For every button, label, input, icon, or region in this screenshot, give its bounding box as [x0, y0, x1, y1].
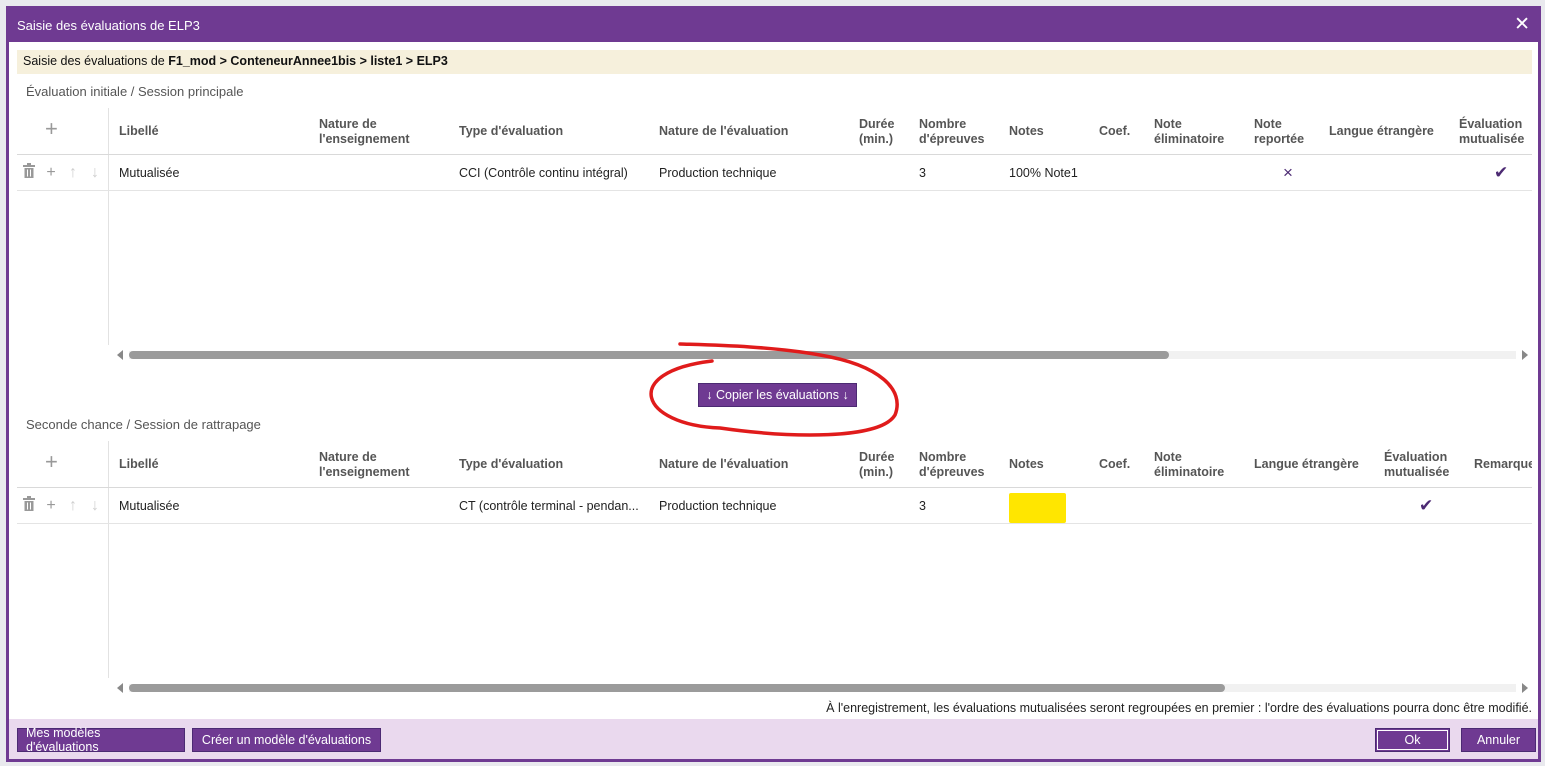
col-type-evaluation[interactable]: Type d'évaluation	[459, 108, 563, 155]
col-nature-enseignement[interactable]: Nature de l'enseignement	[319, 108, 410, 155]
cell-nombre-epreuves[interactable]: 3	[919, 155, 926, 191]
table-row[interactable]: + ↑ ↓ Mutualisée CT (contrôle terminal -…	[17, 488, 1532, 524]
cancel-button[interactable]: Annuler	[1461, 728, 1536, 752]
footer-bar: Mes modèles d'évaluations Créer un modèl…	[9, 719, 1538, 759]
session2-header: + Libellé Nature de l'enseignement Type …	[17, 441, 1532, 488]
add-row-icon[interactable]: +	[45, 449, 58, 475]
col-nature-evaluation[interactable]: Nature de l'évaluation	[659, 108, 788, 155]
my-models-button[interactable]: Mes modèles d'évaluations	[17, 726, 185, 754]
trash-icon[interactable]	[20, 496, 38, 516]
cell-type-evaluation[interactable]: CT (contrôle terminal - pendan...	[459, 488, 639, 524]
breadcrumb: Saisie des évaluations de F1_mod > Conte…	[17, 50, 1532, 74]
dialog-titlebar: Saisie des évaluations de ELP3 ✕	[9, 9, 1538, 42]
cell-nombre-epreuves[interactable]: 3	[919, 488, 926, 524]
cross-icon[interactable]: ×	[1283, 155, 1293, 191]
scroll-left-icon[interactable]	[117, 683, 123, 693]
session1-header: + Libellé Nature de l'enseignement Type …	[17, 108, 1532, 155]
scrollbar-thumb[interactable]	[129, 684, 1225, 692]
yellow-highlight-annotation	[1009, 493, 1066, 523]
footer-note: À l'enregistrement, les évaluations mutu…	[826, 701, 1532, 715]
close-icon[interactable]: ✕	[1514, 15, 1530, 34]
col-evaluation-mutualisee[interactable]: Évaluation mutualisée	[1384, 441, 1449, 488]
col-nombre-epreuves[interactable]: Nombre d'épreuves	[919, 441, 985, 488]
col-notes[interactable]: Notes	[1009, 108, 1044, 155]
col-evaluation-mutualisee[interactable]: Évaluation mutualisée	[1459, 108, 1524, 155]
dialog-title: Saisie des évaluations de ELP3	[17, 18, 200, 33]
col-coef[interactable]: Coef.	[1099, 108, 1130, 155]
arrow-up-icon[interactable]: ↑	[64, 164, 82, 182]
scrollbar-thumb[interactable]	[129, 351, 1169, 359]
col-duree[interactable]: Durée (min.)	[859, 441, 894, 488]
col-langue-etrangere[interactable]: Langue étrangère	[1329, 108, 1434, 155]
col-nature-evaluation[interactable]: Nature de l'évaluation	[659, 441, 788, 488]
session2-hscrollbar[interactable]	[113, 682, 1532, 694]
scroll-left-icon[interactable]	[117, 350, 123, 360]
col-remarque[interactable]: Remarque	[1474, 441, 1532, 488]
col-note-eliminatoire[interactable]: Note éliminatoire	[1154, 108, 1224, 155]
col-duree[interactable]: Durée (min.)	[859, 108, 894, 155]
ok-button[interactable]: Ok	[1375, 728, 1450, 752]
cell-notes[interactable]: 100% Note1	[1009, 155, 1078, 191]
check-icon[interactable]: ✔	[1419, 488, 1433, 524]
session1-title: Évaluation initiale / Session principale	[26, 84, 244, 99]
col-nature-enseignement[interactable]: Nature de l'enseignement	[319, 441, 410, 488]
arrow-down-icon[interactable]: ↓	[86, 164, 104, 182]
cell-libelle[interactable]: Mutualisée	[119, 155, 179, 191]
check-icon[interactable]: ✔	[1494, 155, 1508, 191]
cell-libelle[interactable]: Mutualisée	[119, 488, 179, 524]
plus-icon[interactable]: +	[42, 497, 60, 515]
arrow-up-icon[interactable]: ↑	[64, 497, 82, 515]
col-libelle[interactable]: Libellé	[119, 108, 159, 155]
table-row[interactable]: + ↑ ↓ Mutualisée CCI (Contrôle continu i…	[17, 155, 1532, 191]
col-langue-etrangere[interactable]: Langue étrangère	[1254, 441, 1359, 488]
cell-nature-evaluation[interactable]: Production technique	[659, 488, 776, 524]
evaluation-dialog: Saisie des évaluations de ELP3 ✕ Saisie …	[6, 6, 1541, 762]
breadcrumb-prefix: Saisie des évaluations de	[23, 54, 169, 68]
copy-evaluations-button[interactable]: ↓ Copier les évaluations ↓	[698, 383, 857, 407]
session1-hscrollbar[interactable]	[113, 349, 1532, 361]
col-note-eliminatoire[interactable]: Note éliminatoire	[1154, 441, 1224, 488]
breadcrumb-path: F1_mod > ConteneurAnnee1bis > liste1 > E…	[168, 54, 448, 68]
scroll-right-icon[interactable]	[1522, 350, 1528, 360]
add-row-icon[interactable]: +	[45, 116, 58, 142]
col-nombre-epreuves[interactable]: Nombre d'épreuves	[919, 108, 985, 155]
col-type-evaluation[interactable]: Type d'évaluation	[459, 441, 563, 488]
col-libelle[interactable]: Libellé	[119, 441, 159, 488]
col-coef[interactable]: Coef.	[1099, 441, 1130, 488]
session2-title: Seconde chance / Session de rattrapage	[26, 417, 261, 432]
trash-icon[interactable]	[20, 163, 38, 183]
col-note-reportee[interactable]: Note reportée	[1254, 108, 1304, 155]
session1-grid: + Libellé Nature de l'enseignement Type …	[17, 108, 1532, 365]
session2-grid: + Libellé Nature de l'enseignement Type …	[17, 441, 1532, 698]
create-model-button[interactable]: Créer un modèle d'évaluations	[192, 728, 381, 752]
arrow-down-icon[interactable]: ↓	[86, 497, 104, 515]
col-notes[interactable]: Notes	[1009, 441, 1044, 488]
cell-type-evaluation[interactable]: CCI (Contrôle continu intégral)	[459, 155, 628, 191]
cell-nature-evaluation[interactable]: Production technique	[659, 155, 776, 191]
scroll-right-icon[interactable]	[1522, 683, 1528, 693]
plus-icon[interactable]: +	[42, 164, 60, 182]
